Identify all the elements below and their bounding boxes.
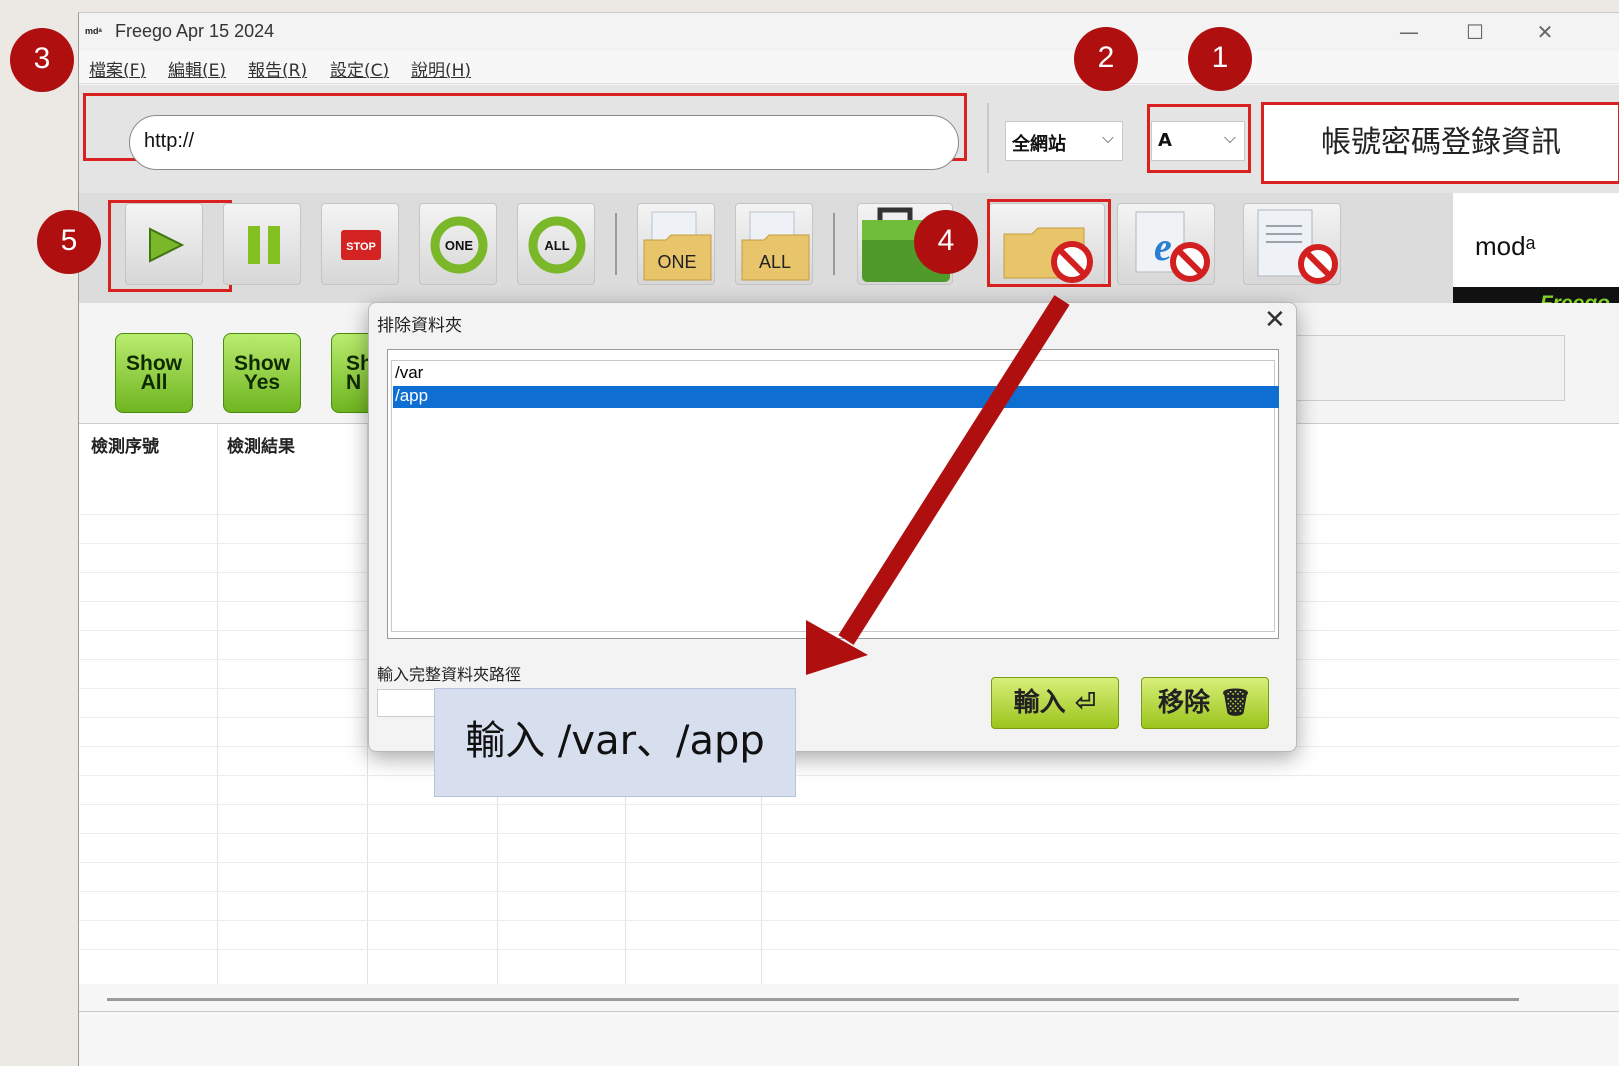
instruction-callout: 輸入 /var、/app	[434, 688, 796, 797]
annotation-arrow	[806, 295, 1070, 675]
